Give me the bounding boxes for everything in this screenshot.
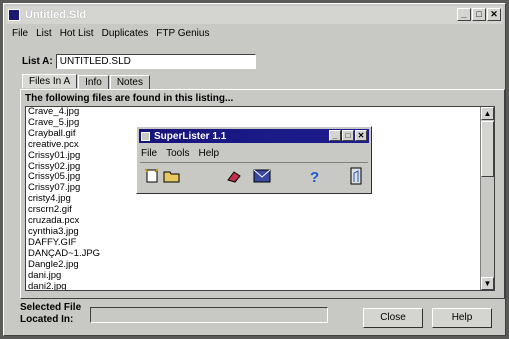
selected-file-field [90, 307, 328, 323]
menu-list[interactable]: List [36, 28, 52, 39]
dialog-titlebar[interactable]: SuperLister 1.1 _ □ ✕ [139, 129, 369, 143]
tab-info[interactable]: Info [78, 75, 109, 89]
new-list-icon[interactable] [142, 167, 162, 185]
dialog-close-button[interactable]: ✕ [355, 130, 367, 141]
list-item[interactable]: dani2.jpg [28, 281, 492, 290]
selected-file-labels: Selected File Located In: [20, 302, 81, 326]
dialog-menu-help[interactable]: Help [198, 148, 219, 159]
menu-ftp-genius[interactable]: FTP Genius [156, 28, 209, 39]
menu-file[interactable]: File [12, 28, 28, 39]
svg-text:?: ? [310, 169, 319, 184]
scroll-thumb[interactable] [481, 121, 494, 177]
dialog-app-icon [141, 131, 150, 141]
menu-bar: File List Hot List Duplicates FTP Genius [12, 28, 209, 39]
list-item[interactable]: cristy4.jpg [28, 193, 492, 205]
scroll-down-arrow-icon[interactable]: ▼ [481, 277, 494, 290]
list-item[interactable]: Crave_4.jpg [28, 107, 492, 118]
dialog-menu-tools[interactable]: Tools [166, 148, 189, 159]
dialog-maximize-button[interactable]: □ [342, 130, 354, 141]
app-icon [8, 9, 20, 21]
minimize-button[interactable]: _ [457, 8, 471, 21]
scroll-up-arrow-icon[interactable]: ▲ [481, 107, 494, 120]
list-item[interactable]: crscrn2.gif [28, 204, 492, 216]
list-item[interactable]: dani.jpg [28, 270, 492, 282]
vertical-scrollbar[interactable]: ▲ ▼ [480, 107, 494, 290]
help-question-icon[interactable]: ? [304, 167, 324, 185]
eraser-icon[interactable] [224, 167, 244, 185]
dialog-toolbar: ? [140, 162, 368, 189]
dialog-title: SuperLister 1.1 [154, 130, 227, 142]
located-in-label: Located In: [20, 314, 74, 325]
tab-notes[interactable]: Notes [109, 75, 150, 89]
open-folder-icon[interactable] [162, 167, 182, 185]
list-item[interactable]: DANÇAD~1.JPG [28, 248, 492, 260]
menu-hot-list[interactable]: Hot List [60, 28, 94, 39]
dialog-menu-file[interactable]: File [141, 148, 157, 159]
list-a-label: List A: [22, 56, 53, 67]
files-heading: The following files are found in this li… [25, 93, 234, 104]
tab-strip: Files In A Info Notes [22, 74, 151, 89]
help-button[interactable]: Help [432, 308, 492, 328]
exit-door-icon[interactable] [346, 167, 366, 185]
list-a-row: List A: [22, 54, 256, 69]
mail-icon[interactable] [252, 167, 272, 185]
list-item[interactable]: cynthia3.jpg [28, 226, 492, 238]
dialog-minimize-button[interactable]: _ [329, 130, 341, 141]
selected-file-label: Selected File [20, 302, 82, 313]
list-item[interactable]: Dangle2.jpg [28, 259, 492, 271]
files-panel: The following files are found in this li… [20, 89, 505, 299]
list-item[interactable]: cruzada.pcx [28, 215, 492, 227]
menu-duplicates[interactable]: Duplicates [102, 28, 149, 39]
close-button[interactable]: Close [363, 308, 423, 328]
close-window-button[interactable]: ✕ [487, 8, 501, 21]
superlister-dialog: SuperLister 1.1 _ □ ✕ File Tools Help ? [136, 126, 372, 194]
maximize-button[interactable]: □ [472, 8, 486, 21]
main-titlebar[interactable]: Untitled.Sld _ □ ✕ [6, 6, 503, 24]
list-a-input[interactable] [55, 54, 256, 69]
window-title: Untitled.Sld [25, 9, 87, 21]
tab-files-in-a[interactable]: Files In A [22, 74, 78, 88]
dialog-menu-bar: File Tools Help [141, 148, 219, 159]
